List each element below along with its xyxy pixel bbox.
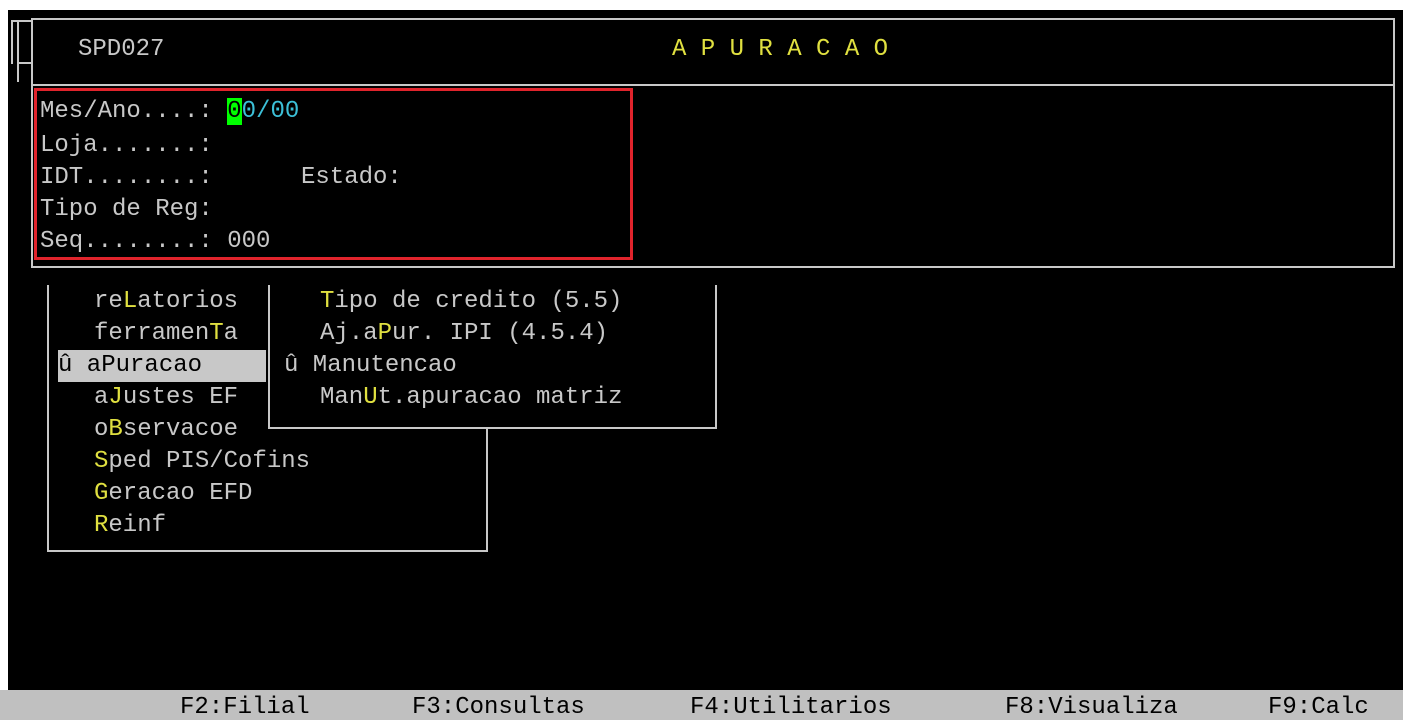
menu-hotkey: R — [94, 512, 109, 539]
menu-item-label-rest: ustes EF — [122, 384, 239, 411]
window-bracket — [17, 62, 31, 64]
menu-item-label: a — [94, 384, 109, 411]
menu-item-label: Aj.a — [320, 320, 378, 347]
f4-utilitarios-key[interactable]: F4:Utilitarios — [690, 690, 892, 726]
menu-item-label-rest: atorios — [137, 288, 239, 315]
menu-hotkey: L — [122, 288, 138, 315]
menu-item-label: o — [94, 416, 109, 443]
menu-item-label-rest: t.apuracao matriz — [377, 384, 623, 411]
menu-item-label-rest: einf — [108, 512, 167, 539]
focus-highlight-box — [34, 88, 633, 260]
menu-hotkey: T — [320, 288, 335, 315]
menu-item[interactable]: Geracao EFD — [94, 478, 252, 510]
menu-item-label-rest: ipo de credito (5.5) — [334, 288, 623, 315]
function-key-bar: F2:Filial F3:Consultas F4:Utilitarios F8… — [0, 690, 1403, 721]
menu-item[interactable]: Aj.aPur. IPI (4.5.4) — [320, 318, 608, 350]
menu-item[interactable]: ferramenTa — [94, 318, 238, 350]
menu-hotkey: G — [94, 480, 109, 507]
f9-calc-key[interactable]: F9:Calc — [1268, 690, 1369, 726]
f3-consultas-key[interactable]: F3:Consultas — [412, 690, 585, 726]
menu-item-label: re — [94, 288, 123, 315]
menu-item[interactable]: Sped PIS/Cofins — [94, 446, 310, 478]
menu-item[interactable]: ManUt.apuracao matriz — [320, 382, 622, 414]
window-bracket — [11, 20, 13, 64]
menu-item-label: Man — [320, 384, 364, 411]
menu-hotkey: P — [377, 320, 393, 347]
menu-item-label-rest: a — [223, 320, 239, 347]
menu-item[interactable]: reLatorios — [94, 286, 238, 318]
menu-item[interactable]: û aPuracao — [58, 350, 266, 382]
menu-item[interactable]: oBservacoe — [94, 414, 238, 446]
menu-hotkey: T — [209, 320, 224, 347]
menu-item-label-rest: servacoe — [122, 416, 239, 443]
window-bracket — [11, 20, 31, 22]
menu-item-label: û Manutencao — [284, 352, 457, 379]
menu-item[interactable]: û Manutencao — [284, 350, 457, 382]
menu-hotkey: J — [108, 384, 123, 411]
menu-hotkey: B — [108, 416, 123, 443]
menu-item-label-rest: ur. IPI (4.5.4) — [392, 320, 609, 347]
menu-item[interactable]: aJustes EF — [94, 382, 238, 414]
program-code: SPD027 — [78, 36, 165, 63]
menu-item-label: û aPuracao — [58, 352, 203, 379]
page-title: A P U R A C A O — [672, 36, 889, 63]
menu-item[interactable]: Reinf — [94, 510, 166, 542]
menu-hotkey: U — [363, 384, 378, 411]
window-bracket — [17, 20, 19, 82]
f2-filial-key[interactable]: F2:Filial — [180, 690, 310, 726]
menu-item[interactable]: Tipo de credito (5.5) — [320, 286, 622, 318]
menu-hotkey: S — [94, 448, 109, 475]
f8-visualiza-key[interactable]: F8:Visualiza — [1005, 690, 1178, 726]
menu-item-label-rest: eracao EFD — [108, 480, 253, 507]
menu-item-label: ferramen — [94, 320, 210, 347]
menu-item-label-rest: ped PIS/Cofins — [108, 448, 311, 475]
header-divider — [31, 84, 1395, 86]
